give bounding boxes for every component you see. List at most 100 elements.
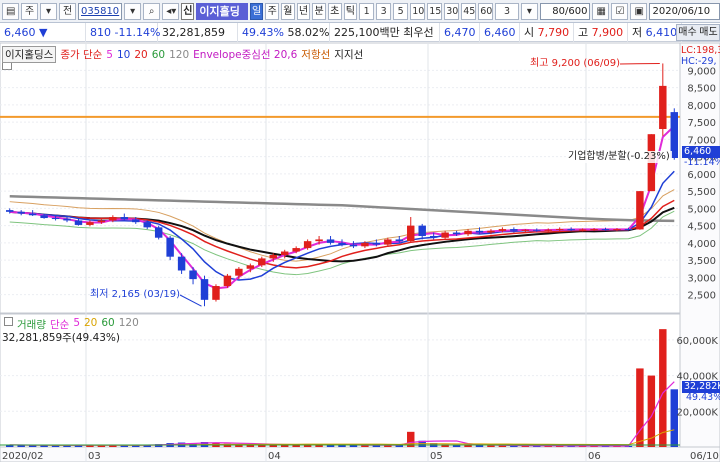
x-axis-panel [0, 446, 720, 462]
candle-body [361, 242, 369, 247]
candle-body [63, 218, 71, 221]
candle-body [326, 239, 335, 243]
legend-ma20[interactable]: 20 [134, 49, 147, 61]
candle-body [235, 268, 243, 276]
price-tick-label: 6,000 [687, 170, 716, 181]
ma20-line [9, 199, 675, 269]
candle-body [109, 217, 117, 221]
legend-ma5[interactable]: 5 [106, 49, 113, 61]
volume-legend-checkbox[interactable] [4, 317, 13, 326]
candle-body [269, 254, 277, 259]
price-panel [0, 42, 681, 314]
current-change-tag: -11.14% [684, 157, 720, 168]
legend-ma120[interactable]: 120 [169, 49, 189, 61]
candle-body [567, 229, 575, 231]
price-tick-label: 5,000 [687, 204, 716, 215]
candle-body [17, 211, 25, 214]
date-tick-label: 06 [588, 451, 601, 462]
candle-body [223, 275, 232, 287]
current-ratio-tag: 49.43% [686, 392, 720, 403]
candle-body [395, 239, 404, 242]
candle-body [177, 256, 186, 271]
date-tick-label: 05 [430, 451, 443, 462]
price-tick-label: 4,000 [687, 239, 716, 250]
candle-body [441, 232, 449, 238]
chart-grid [0, 42, 720, 462]
legend-resistance[interactable]: 저항선 [301, 47, 330, 62]
candle-body [97, 220, 106, 223]
price-tick-label: 7,000 [687, 135, 716, 146]
candle-body [303, 241, 312, 249]
event-annotation: 기업합병/분할(-0.23%) [566, 151, 672, 163]
candlesticks [6, 63, 678, 307]
date-tick-label: 03 [88, 451, 101, 462]
volume-ma5-line [9, 381, 675, 447]
price-tick-label: 3,500 [687, 256, 716, 267]
candle-body [258, 258, 266, 266]
candle-body [51, 218, 60, 220]
volume-bar [120, 445, 129, 447]
low-annotation: 최저 2,165 (03/19) [90, 289, 181, 300]
candle-body [487, 230, 495, 233]
candle-body [464, 230, 472, 235]
candle-body [659, 85, 667, 130]
legend-support[interactable]: 지지선 [334, 47, 363, 62]
candle-body [533, 229, 541, 231]
price-tick-label: 2,500 [687, 291, 716, 302]
price-tick-label: 9,000 [687, 66, 716, 77]
candle-body [6, 210, 14, 212]
price-tick-label: 3,000 [687, 273, 716, 284]
candle-body [601, 229, 610, 231]
legend-envelope[interactable]: Envelope중심선 20,6 [193, 47, 297, 62]
date-tick-label: 2020/02 [2, 451, 44, 462]
candle-body [132, 219, 140, 223]
legend-vol-ma120[interactable]: 120 [119, 317, 139, 332]
candle-body [452, 232, 461, 235]
candle-body [510, 229, 518, 231]
price-tick-label: 5,500 [687, 187, 716, 198]
candle-body [384, 239, 392, 245]
volume-tick-label: 20,000K [676, 407, 718, 418]
candle-body [280, 251, 289, 255]
candle-body [292, 248, 300, 252]
candle-body [28, 213, 37, 216]
volume-bars [0, 329, 680, 447]
candle-body [86, 222, 94, 225]
volume-tick-label: 60,000K [676, 336, 718, 347]
legend-stock-name[interactable]: 이지홀딩스 [2, 46, 57, 63]
volume-bar [659, 329, 667, 447]
volume-bar [487, 445, 495, 447]
legend-ma-label[interactable]: 종가 단순 [60, 47, 102, 62]
price-tick-label: 7,500 [687, 118, 716, 129]
candle-body [372, 242, 381, 245]
candle-body [475, 230, 484, 233]
candle-body [189, 270, 197, 280]
candle-body [578, 229, 587, 231]
candle-body [120, 217, 129, 220]
candle-body [498, 229, 507, 231]
candle-body [636, 191, 644, 230]
high-annotation: 최고 9,200 (06/09) [530, 58, 621, 69]
candle-body [143, 222, 151, 228]
candle-body [590, 229, 598, 231]
price-tick-label: 8,500 [687, 84, 716, 95]
candle-body [154, 227, 163, 238]
candle-body [544, 229, 552, 231]
candle-body [624, 229, 633, 231]
volume-ma20-line [9, 429, 675, 446]
price-tick-label: 4,500 [687, 222, 716, 233]
candle-body [166, 237, 174, 257]
high-arrow [619, 62, 660, 65]
candle-body [40, 215, 48, 219]
volume-info: 32,281,859주(49.43%) [2, 332, 121, 344]
candle-body [418, 225, 426, 236]
legend-ma60[interactable]: 60 [152, 49, 165, 61]
hc-label: HC:-29, [681, 56, 717, 67]
ma60-line [9, 206, 675, 263]
candle-body [521, 229, 530, 231]
legend-ma10[interactable]: 10 [117, 49, 130, 61]
low-arrow [179, 294, 202, 307]
volume-bar [349, 445, 358, 447]
candle-body [338, 242, 346, 245]
candle-body [212, 286, 220, 300]
